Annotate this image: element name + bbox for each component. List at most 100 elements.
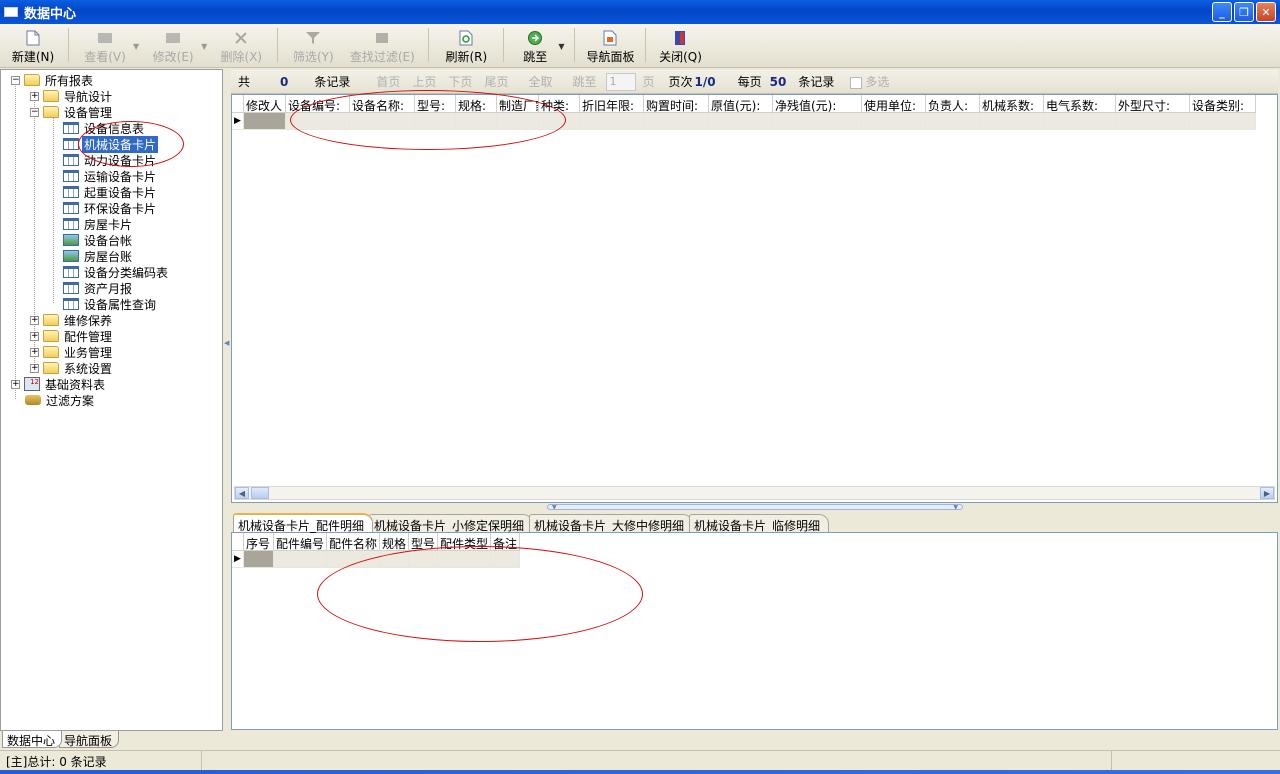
expand-icon[interactable]: +	[30, 363, 39, 373]
column-header[interactable]: 外型尺寸:	[1116, 95, 1190, 113]
column-header[interactable]: 折旧年限:	[580, 95, 644, 113]
table-cell[interactable]	[491, 551, 520, 568]
table-cell[interactable]	[350, 113, 415, 130]
view-button[interactable]: 查看(V)	[75, 24, 135, 66]
refresh-button[interactable]: 刷新(R)	[435, 24, 497, 66]
last-page-link[interactable]: 尾页	[484, 73, 508, 90]
tab-minor-repair-detail[interactable]: 机械设备卡片_小修定保明细	[369, 514, 534, 533]
vertical-splitter[interactable]: ◀	[223, 69, 231, 731]
column-header[interactable]: 种类:	[539, 95, 580, 113]
table-cell[interactable]	[539, 113, 580, 130]
tree-item-all-reports[interactable]: − 所有报表	[11, 72, 95, 88]
column-header[interactable]: 净残值(元):	[773, 95, 862, 113]
tree-item-equipment-info[interactable]: 设备信息表	[63, 120, 146, 136]
table-cell[interactable]	[980, 113, 1044, 130]
next-page-link[interactable]: 下页	[448, 73, 472, 90]
goto-page-link[interactable]: 跳至	[572, 73, 596, 90]
column-header[interactable]: 备注	[491, 533, 520, 551]
column-header[interactable]: 原值(元):	[709, 95, 773, 113]
tree-item-maintenance[interactable]: + 维修保养	[30, 312, 114, 328]
column-header[interactable]: 设备编号:	[286, 95, 350, 113]
close-window-button[interactable]: ✕	[1256, 2, 1276, 22]
first-page-link[interactable]: 首页	[376, 73, 400, 90]
table-row[interactable]: ▶	[232, 551, 520, 568]
column-header[interactable]: 电气系数:	[1044, 95, 1116, 113]
table-cell[interactable]	[644, 113, 709, 130]
horizontal-splitter[interactable]: ▼ ▼	[231, 503, 1278, 513]
scrollbar-thumb[interactable]	[251, 487, 269, 499]
table-cell[interactable]	[409, 551, 438, 568]
scroll-left-icon[interactable]: ◀	[235, 487, 249, 499]
find-filter-button[interactable]: 查找过滤(E)	[342, 24, 422, 66]
table-cell[interactable]	[1044, 113, 1116, 130]
tree-item-base-data[interactable]: +12 基础资料表	[11, 376, 107, 392]
column-header[interactable]: 负责人:	[926, 95, 980, 113]
table-cell[interactable]	[926, 113, 980, 130]
table-cell[interactable]	[244, 113, 286, 130]
close-button[interactable]: 关闭(Q)	[652, 24, 708, 66]
column-header[interactable]: 配件编号	[274, 533, 327, 551]
table-cell[interactable]	[415, 113, 456, 130]
tree-item-nav-design[interactable]: + 导航设计	[30, 88, 114, 104]
edit-button[interactable]: 修改(E)	[143, 24, 203, 66]
table-cell[interactable]	[1190, 113, 1256, 130]
tab-major-repair-detail[interactable]: 机械设备卡片_大修中修明细	[529, 514, 694, 533]
tree-item-business-mgmt[interactable]: + 业务管理	[30, 344, 114, 360]
column-header[interactable]: 配件类型	[438, 533, 491, 551]
column-header[interactable]: 型号	[409, 533, 438, 551]
nav-panel-button[interactable]: 导航面板	[581, 24, 639, 66]
horizontal-scrollbar[interactable]: ◀ ▶	[234, 486, 1275, 500]
table-cell[interactable]	[497, 113, 539, 130]
multi-select-checkbox[interactable]	[850, 76, 863, 89]
table-cell[interactable]	[456, 113, 497, 130]
expand-icon[interactable]: +	[30, 315, 39, 325]
tree-item-equipment-ledger[interactable]: 设备台帐	[63, 232, 134, 248]
collapse-icon[interactable]: −	[11, 75, 20, 85]
table-cell[interactable]	[380, 551, 409, 568]
tab-nav-panel[interactable]: 导航面板	[59, 731, 120, 748]
table-cell[interactable]	[862, 113, 926, 130]
tree-item-lifting-card[interactable]: 起重设备卡片	[63, 184, 158, 200]
prev-page-link[interactable]: 上页	[412, 73, 436, 90]
tree-item-system-settings[interactable]: + 系统设置	[30, 360, 114, 376]
tree-item-transport-card[interactable]: 运输设备卡片	[63, 168, 158, 184]
table-cell[interactable]	[286, 113, 350, 130]
tree-item-house-card[interactable]: 房屋卡片	[63, 216, 134, 232]
expand-icon[interactable]: +	[30, 91, 39, 101]
restore-button[interactable]: ❐	[1234, 2, 1254, 22]
column-header[interactable]: 型号:	[415, 95, 456, 113]
tree-item-parts-mgmt[interactable]: + 配件管理	[30, 328, 114, 344]
column-header[interactable]: 使用单位:	[862, 95, 926, 113]
tree-item-category-codes[interactable]: 设备分类编码表	[63, 264, 170, 280]
collapse-icon[interactable]: −	[30, 107, 39, 117]
table-cell[interactable]	[773, 113, 862, 130]
column-header[interactable]: 机械系数:	[980, 95, 1044, 113]
expand-icon[interactable]: +	[30, 331, 39, 341]
filter-button[interactable]: 筛选(Y)	[284, 24, 342, 66]
new-button[interactable]: 新建(N)	[4, 24, 62, 66]
table-cell[interactable]	[327, 551, 380, 568]
table-row[interactable]: ▶	[232, 113, 1256, 130]
tab-data-center[interactable]: 数据中心	[2, 731, 63, 748]
tab-parts-detail[interactable]: 机械设备卡片_配件明细	[233, 513, 374, 533]
expand-icon[interactable]: +	[30, 347, 39, 357]
tab-temp-repair-detail[interactable]: 机械设备卡片_临修明细	[689, 514, 830, 533]
table-cell[interactable]	[244, 551, 274, 568]
goto-button[interactable]: 跳至	[510, 24, 560, 66]
tree-item-power-card[interactable]: 动力设备卡片	[63, 152, 158, 168]
column-header[interactable]: 设备类别:	[1190, 95, 1256, 113]
tree-item-equipment-mgmt[interactable]: − 设备管理	[30, 104, 114, 120]
table-cell[interactable]	[438, 551, 491, 568]
column-header[interactable]: 设备名称:	[350, 95, 415, 113]
column-header[interactable]: 序号	[244, 533, 274, 551]
column-header[interactable]: 规格	[380, 533, 409, 551]
table-cell[interactable]	[709, 113, 773, 130]
table-cell[interactable]	[580, 113, 644, 130]
fetch-all-link[interactable]: 全取	[528, 73, 552, 90]
tree-item-house-ledger[interactable]: 房屋台账	[63, 248, 134, 264]
column-header[interactable]: 配件名称	[327, 533, 380, 551]
expand-icon[interactable]: +	[11, 379, 20, 389]
tree-item-asset-monthly[interactable]: 资产月报	[63, 280, 134, 296]
column-header[interactable]: 修改人	[244, 95, 286, 113]
tree-item-eco-card[interactable]: 环保设备卡片	[63, 200, 158, 216]
